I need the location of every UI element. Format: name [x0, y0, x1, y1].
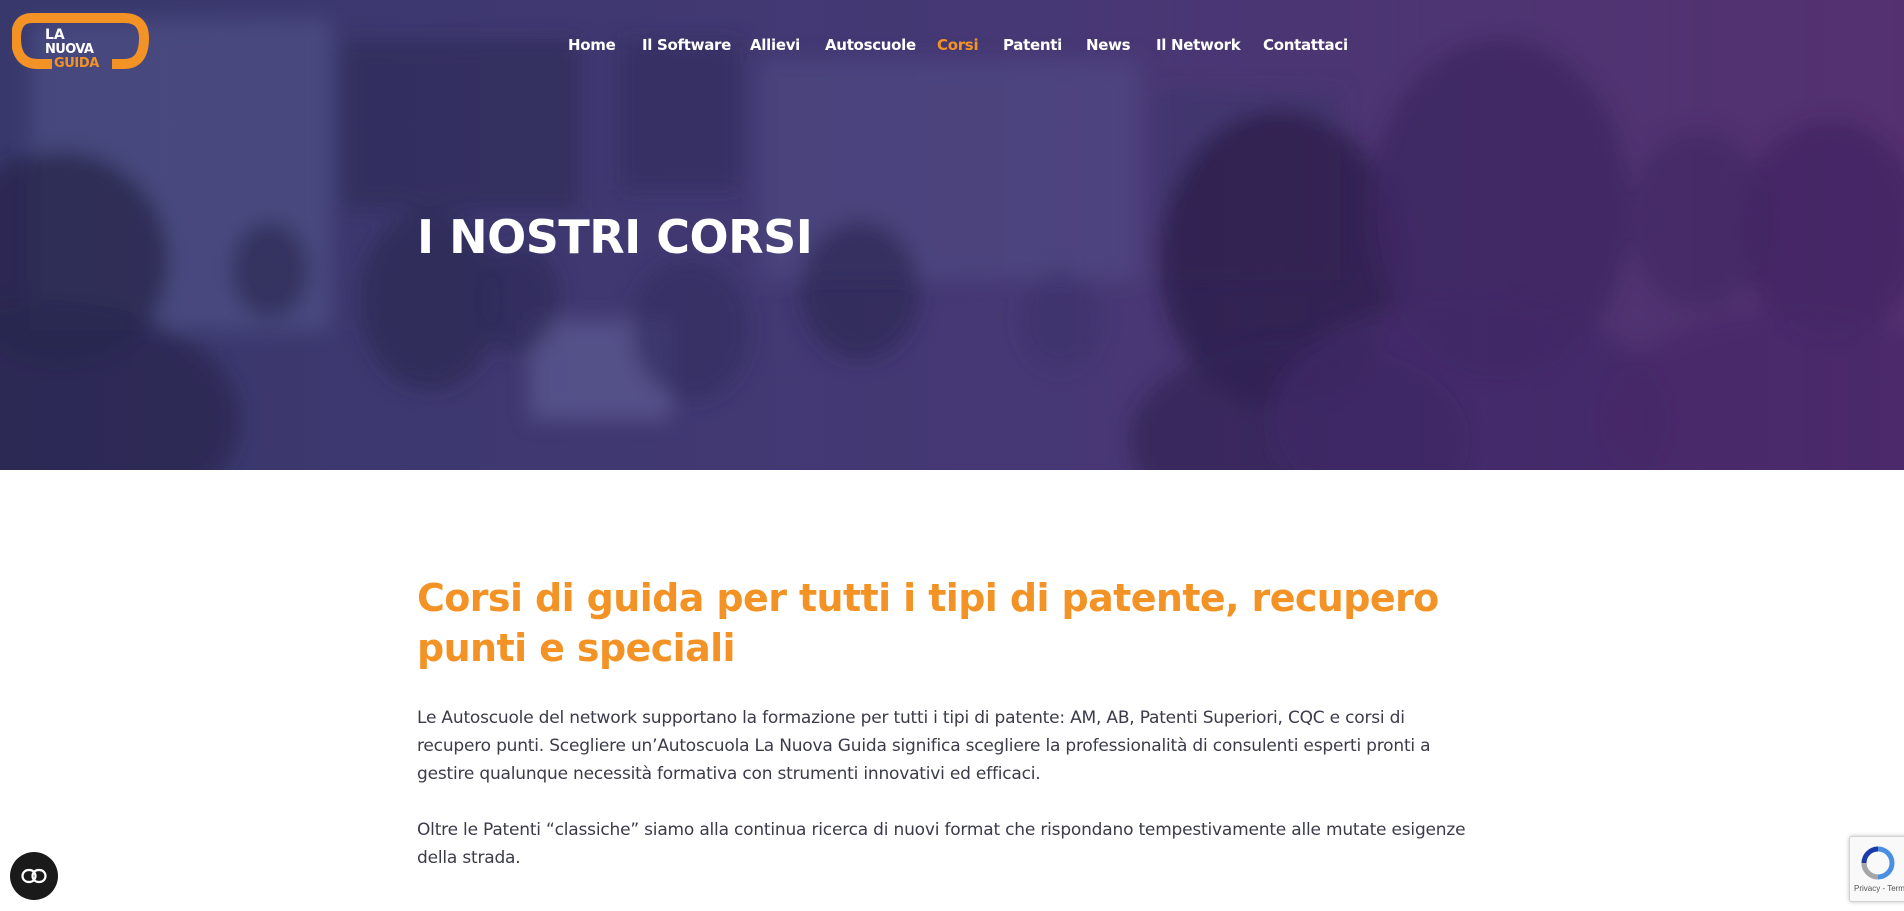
page-title: I NOSTRI CORSI — [417, 210, 813, 264]
nav-item-il-software[interactable]: Il Software — [642, 36, 731, 54]
nav-item-il-network[interactable]: Il Network — [1156, 36, 1241, 54]
nav-item-home[interactable]: Home — [568, 36, 616, 54]
recaptcha-badge[interactable]: Privacy - Termini — [1849, 836, 1904, 902]
nav-item-corsi[interactable]: Corsi — [937, 36, 979, 54]
section-heading: Corsi di guida per tutti i tipi di paten… — [417, 573, 1477, 673]
nav-item-news[interactable]: News — [1086, 36, 1131, 54]
intro-paragraph: Le Autoscuole del network supportano la … — [417, 708, 1431, 784]
second-paragraph: Oltre le Patenti “classiche” siamo alla … — [417, 820, 1466, 868]
hero-overlay — [0, 0, 1904, 470]
nav-item-contattaci[interactable]: Contattaci — [1263, 36, 1348, 54]
recaptcha-icon — [1861, 846, 1895, 880]
hero-section: LA NUOVA GUIDA Home Il Software Allievi … — [0, 0, 1904, 470]
main-content: Corsi di guida per tutti i tipi di paten… — [417, 573, 1477, 872]
nav-item-allievi[interactable]: Allievi — [750, 36, 800, 54]
recaptcha-privacy-terms[interactable]: Privacy - Termini — [1854, 884, 1904, 893]
accessibility-button[interactable] — [10, 852, 58, 900]
nav-item-patenti[interactable]: Patenti — [1003, 36, 1062, 54]
accessibility-toggle-icon — [21, 868, 47, 884]
section-heading-line2: punti e speciali — [417, 626, 736, 670]
section-heading-line1: Corsi di guida per tutti i tipi di paten… — [417, 576, 1439, 620]
nav-item-autoscuole[interactable]: Autoscuole — [825, 36, 916, 54]
logo-text-guida: GUIDA — [54, 56, 99, 71]
main-navigation: Home Il Software Allievi Autoscuole Cors… — [0, 36, 1904, 58]
